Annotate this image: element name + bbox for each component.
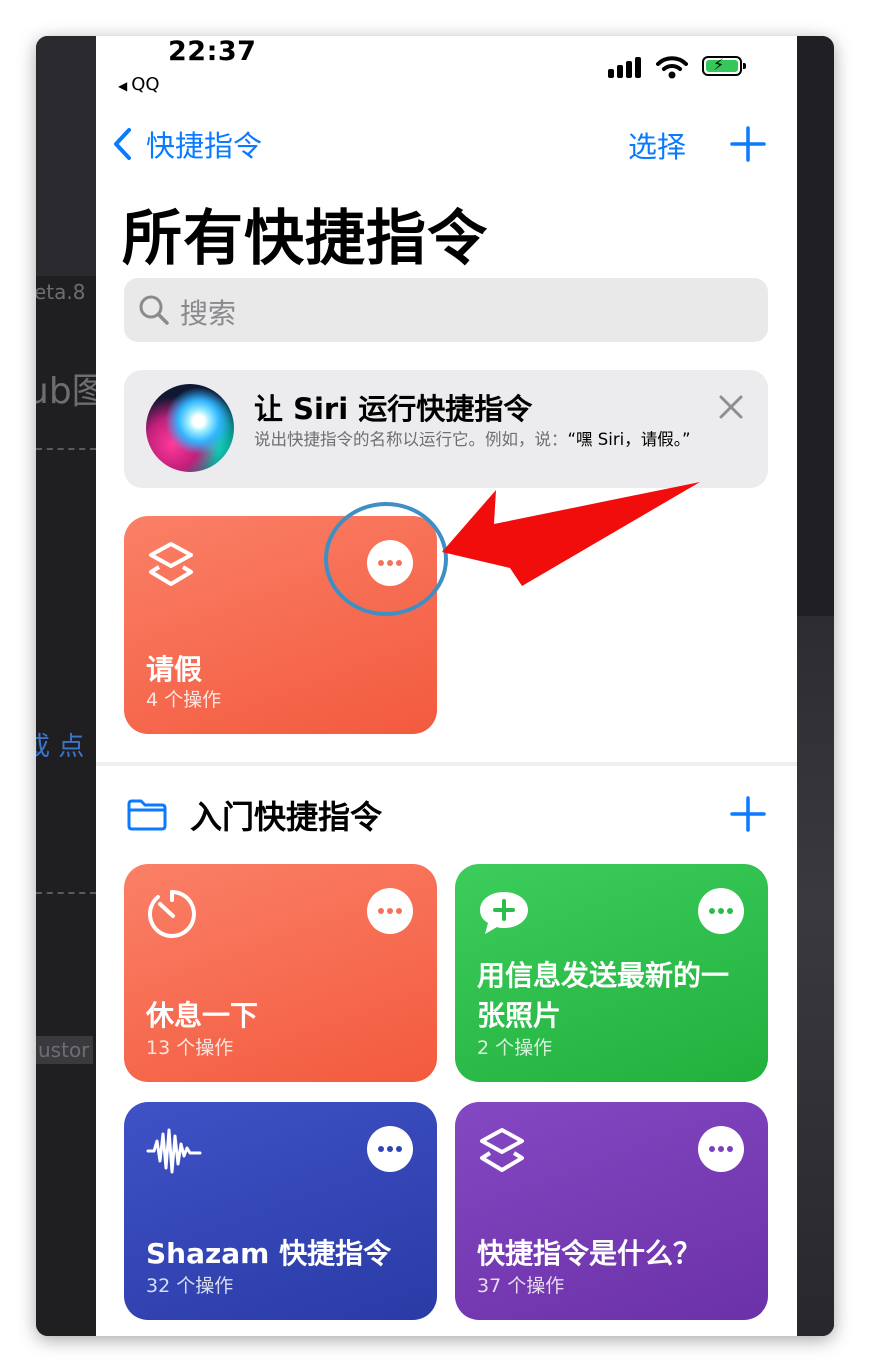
shortcut-name: Shazam 快捷指令: [146, 1237, 392, 1270]
shortcut-card-send-photo[interactable]: 用信息发送最新的一张照片 2 个操作: [455, 864, 768, 1082]
back-to-app[interactable]: ◀ QQ: [118, 74, 160, 95]
close-icon[interactable]: [718, 394, 744, 420]
siri-banner-title: 让 Siri 运行快捷指令: [254, 392, 533, 426]
search-icon: [139, 295, 169, 325]
search-input[interactable]: 搜索: [124, 278, 768, 342]
annotation-arrow-icon: [442, 482, 700, 586]
shortcut-name: 请假: [146, 653, 203, 686]
shortcut-name: 快捷指令是什么？: [477, 1237, 702, 1270]
background-divider: [36, 448, 96, 450]
background-divider: [36, 892, 96, 894]
background-text: ustor: [36, 1036, 94, 1064]
shortcut-name: 休息一下: [146, 999, 259, 1032]
background-text: 或 点: [36, 732, 85, 762]
page-title: 所有快捷指令: [122, 204, 488, 274]
shortcut-action-count: 32 个操作: [146, 1275, 234, 1297]
siri-icon: [146, 384, 234, 472]
folder-header[interactable]: 入门快捷指令: [126, 792, 382, 838]
shortcuts-icon: [149, 542, 193, 586]
background-stripe: [36, 36, 96, 276]
siri-banner-description: 说出快捷指令的名称以运行它。例如，说：“嘿 Siri，请假。”: [254, 430, 691, 449]
more-options-button[interactable]: [698, 888, 744, 934]
shortcuts-icon: [480, 1128, 524, 1172]
background-app-right: [797, 36, 834, 1336]
background-text: eta.8: [36, 280, 86, 304]
shortcut-action-count: 4 个操作: [146, 689, 222, 711]
more-options-button[interactable]: [367, 888, 413, 934]
shortcut-card-take-a-break[interactable]: 休息一下 13 个操作: [124, 864, 437, 1082]
message-plus-icon: [480, 892, 528, 934]
back-triangle-icon: ◀: [118, 79, 128, 93]
select-button[interactable]: 选择: [628, 124, 686, 166]
nav-back-label: 快捷指令: [146, 129, 263, 163]
siri-suggestion-banner[interactable]: 让 Siri 运行快捷指令 说出快捷指令的名称以运行它。例如，说：“嘿 Siri…: [124, 370, 768, 488]
shortcut-card-what-is-shortcuts[interactable]: 快捷指令是什么？ 37 个操作: [455, 1102, 768, 1320]
battery-icon: ⚡: [702, 55, 746, 76]
waveform-icon: [146, 1128, 202, 1174]
add-to-folder-button[interactable]: [730, 796, 766, 832]
timer-icon: [147, 890, 196, 938]
folder-icon: [127, 799, 167, 831]
shortcut-name: 用信息发送最新的一张照片: [477, 959, 730, 1032]
folder-name: 入门快捷指令: [190, 798, 383, 836]
shortcut-action-count: 37 个操作: [477, 1275, 565, 1297]
back-app-label: QQ: [131, 74, 160, 95]
section-separator: [96, 762, 797, 766]
chevron-left-icon: [114, 128, 131, 160]
annotation-highlight-circle: [324, 502, 448, 616]
status-icons: ⚡: [608, 52, 758, 82]
more-options-button[interactable]: [698, 1126, 744, 1172]
background-app: eta.8 ub图 或 点 ustor: [36, 36, 108, 1336]
more-options-button[interactable]: [367, 1126, 413, 1172]
shortcut-action-count: 2 个操作: [477, 1037, 553, 1059]
search-placeholder: 搜索: [180, 297, 237, 330]
shortcuts-screen: 22:37 ◀ QQ ⚡ 快捷指令 选择 所有快捷指令 搜索 让 Siri 运行快…: [96, 36, 797, 1336]
nav-back-button[interactable]: 快捷指令: [112, 124, 262, 164]
add-shortcut-button[interactable]: [730, 126, 766, 162]
shortcut-card-shazam[interactable]: Shazam 快捷指令 32 个操作: [124, 1102, 437, 1320]
shortcut-action-count: 13 个操作: [146, 1037, 234, 1059]
siri-banner-example: “嘿 Siri，请假。”: [567, 430, 691, 449]
wifi-icon: [656, 56, 688, 79]
status-time: 22:37: [168, 36, 257, 67]
